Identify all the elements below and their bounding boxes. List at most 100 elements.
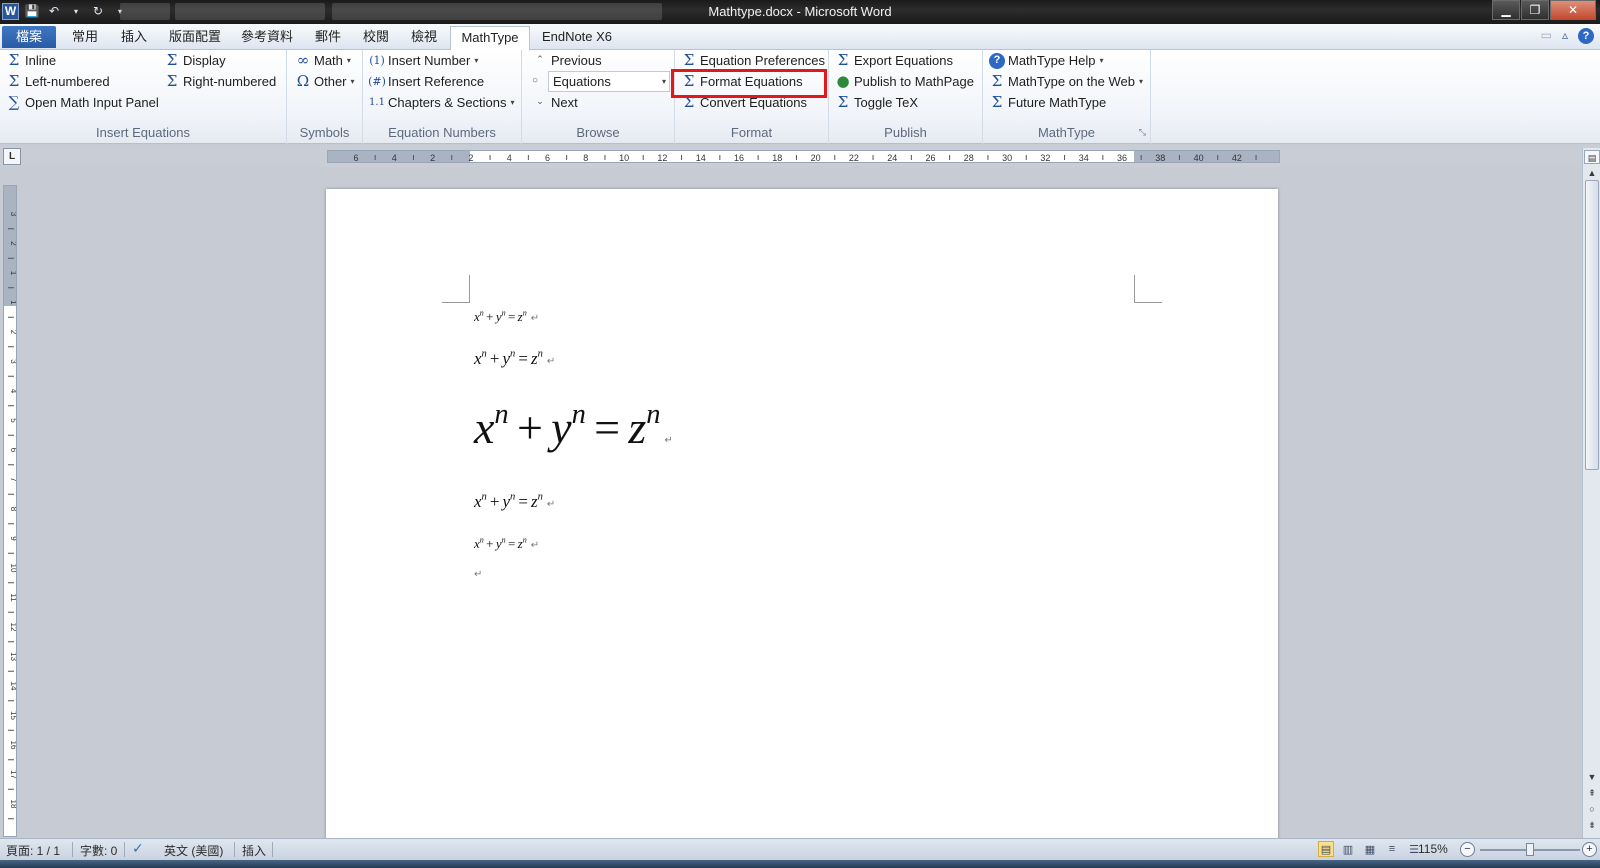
tab-home[interactable]: 常用 (62, 26, 108, 50)
browse-object-icon[interactable]: ○ (1584, 802, 1600, 816)
equation-preferences-button[interactable]: Σ Equation Preferences (681, 50, 825, 71)
ruler-label: 34 (1079, 153, 1089, 163)
document-page[interactable]: xn + yn = zn↵ xn + yn = zn↵ xn + yn = zn↵ xn + yn = zn↵ … (326, 189, 1278, 849)
zoom-out-icon[interactable]: − (1460, 842, 1475, 857)
zoom-in-icon[interactable]: + (1582, 842, 1597, 857)
insert-number-button[interactable]: (1) Insert Number ▾ (369, 50, 478, 71)
ruler-label: 32 (1040, 153, 1050, 163)
minimize-icon[interactable]: ▁ (1492, 0, 1520, 20)
sigma-left-icon: Σ (8, 72, 20, 90)
tab-review[interactable]: 校閱 (354, 26, 398, 50)
equation-4[interactable]: xn + yn = zn↵ (474, 492, 555, 512)
close-icon[interactable]: ✕ (1550, 0, 1596, 20)
next-page-icon[interactable]: ⇟ (1584, 818, 1600, 832)
tab-endnote[interactable]: EndNote X6 (534, 26, 620, 50)
export-equations-button[interactable]: Σ Export Equations (835, 50, 953, 71)
chapters-sections-button[interactable]: 1.1 Chapters & Sections ▾ (369, 92, 514, 113)
dialog-launcher-icon[interactable]: ⤡ (1139, 127, 1146, 138)
tab-view[interactable]: 檢視 (402, 26, 446, 50)
status-bar: 頁面: 1 / 1 字數: 0 ✓ 英文 (美國) 插入 ▤ ▥ ▦ ≡ ☰ 1… (0, 838, 1600, 860)
zoom-level[interactable]: 115% (1418, 842, 1448, 856)
vertical-scrollbar[interactable]: ▤ ▲ ▼ ⇞ ○ ⇟ (1582, 148, 1600, 838)
scroll-down-icon[interactable]: ▼ (1584, 770, 1600, 784)
scroll-up-icon[interactable]: ▲ (1584, 166, 1600, 180)
equation-1[interactable]: xn + yn = zn↵ (474, 309, 539, 325)
inline-button[interactable]: Σ Inline (6, 50, 56, 71)
future-mathtype-button[interactable]: Σ Future MathType (989, 92, 1107, 113)
insert-mode[interactable]: 插入 (242, 842, 266, 859)
empty-paragraph[interactable]: ↵ (470, 566, 482, 581)
preferences-sigma-icon: Σ (683, 51, 695, 69)
minimize-ribbon-icon[interactable]: ▵ (1562, 28, 1568, 44)
tab-layout[interactable]: 版面配置 (162, 26, 228, 50)
ruler-toggle-icon[interactable]: ▤ (1584, 150, 1600, 164)
group-insert-equations: Σ Inline Σ Left-numbered ∑ Open Math Input … (0, 50, 287, 144)
group-label: Publish (884, 125, 927, 140)
dropdown-arrow-icon: ▾ (1138, 77, 1143, 86)
mathtype-web-button[interactable]: Σ MathType on the Web ▾ (989, 71, 1143, 92)
ruler-label: 2 (430, 153, 435, 163)
web-layout-icon[interactable]: ▦ (1362, 841, 1378, 857)
dropdown-arrow-icon: ▾ (346, 56, 351, 65)
ruler-label: 24 (887, 153, 897, 163)
previous-page-icon[interactable]: ⇞ (1584, 786, 1600, 800)
equation-5[interactable]: xn + yn = zn↵ (474, 536, 539, 552)
left-numbered-button[interactable]: Σ Left-numbered (6, 71, 110, 92)
status-divider (272, 842, 273, 857)
margin-corner-mark (442, 275, 470, 303)
status-divider (72, 842, 73, 857)
dropdown-arrow-icon: ▾ (1099, 56, 1104, 65)
toggle-tex-button[interactable]: Σ Toggle TeX (835, 92, 918, 113)
window-control-icon[interactable]: ▭ (1541, 28, 1552, 44)
proofing-icon[interactable]: ✓ (132, 840, 144, 857)
outline-icon[interactable]: ≡ (1384, 841, 1400, 857)
word-count[interactable]: 字數: 0 (80, 842, 117, 859)
omega-icon: Ω (296, 72, 310, 90)
mathtype-help-button[interactable]: ? MathType Help ▾ (989, 50, 1103, 71)
vertical-ruler[interactable]: 3 2 1 1 2 3 4 5 6 7 8 9 10 11 12 13 14 15 16 17 18 (3, 185, 17, 837)
tab-file[interactable]: 檔案 (2, 26, 56, 48)
tab-selector-button[interactable]: L (3, 148, 21, 165)
open-math-input-panel-button[interactable]: ∑ Open Math Input Panel (6, 92, 159, 113)
format-equations-highlight (671, 69, 827, 98)
vertical-ruler-label: 11 (9, 593, 17, 602)
ruler-label: 2 (468, 153, 473, 163)
maximize-icon[interactable]: ❐ (1521, 0, 1549, 20)
browse-type-combo[interactable]: Equations ▾ (548, 71, 670, 92)
equation-2[interactable]: xn + yn = zn↵ (474, 349, 555, 369)
language-indicator[interactable]: 英文 (美國) (164, 842, 223, 859)
previous-button[interactable]: ⌃ Previous (532, 50, 601, 71)
help-icon[interactable]: ? (1578, 28, 1594, 44)
next-button[interactable]: ⌄ Next (532, 92, 578, 113)
group-label: Format (730, 125, 773, 140)
tab-mathtype[interactable]: MathType (450, 26, 530, 51)
vertical-ruler-label: 17 (9, 770, 17, 779)
vertical-ruler-label: 5 (9, 418, 17, 423)
zoom-slider-thumb[interactable] (1526, 843, 1534, 856)
sigma-display-icon: Σ (166, 51, 178, 69)
ruler-label: 36 (1117, 153, 1127, 163)
infinity-icon: ∞ (296, 51, 310, 69)
horizontal-ruler[interactable]: 6 4 2 2 4 6 8 10 12 14 16 18 20 22 24 26 28 30 32 34 36 38 40 4… (327, 150, 1280, 163)
display-button[interactable]: Σ Display (164, 50, 226, 71)
print-layout-icon[interactable]: ▤ (1318, 841, 1334, 857)
tab-mailings[interactable]: 郵件 (306, 26, 350, 50)
window-title: Mathtype.docx - Microsoft Word (708, 4, 892, 19)
scrollbar-thumb[interactable] (1585, 180, 1599, 470)
right-numbered-button[interactable]: Σ Right-numbered (164, 71, 277, 92)
tab-insert[interactable]: 插入 (112, 26, 156, 50)
help-circle-icon: ? (989, 52, 1005, 69)
other-symbols-button[interactable]: Ω Other ▾ (295, 71, 355, 92)
tab-references[interactable]: 參考資料 (234, 26, 300, 50)
equation-3[interactable]: xn + yn = zn↵ (474, 400, 673, 454)
reference-icon: (#) (368, 75, 386, 88)
page-count[interactable]: 頁面: 1 / 1 (6, 842, 60, 859)
paragraph-mark: ↵ (530, 313, 540, 324)
full-screen-reading-icon[interactable]: ▥ (1340, 841, 1356, 857)
ruler-label: 4 (507, 153, 512, 163)
publish-mathpage-button[interactable]: ● Publish to MathPage (835, 71, 974, 92)
math-symbols-button[interactable]: ∞ Math ▾ (295, 50, 351, 71)
ribbon-tabs: 檔案 常用 插入 版面配置 參考資料 郵件 校閱 檢視 MathType End… (0, 24, 1600, 51)
ribbon-right-controls: ▭ ▵ ? (1541, 28, 1594, 44)
insert-reference-button[interactable]: (#) Insert Reference (368, 71, 484, 92)
